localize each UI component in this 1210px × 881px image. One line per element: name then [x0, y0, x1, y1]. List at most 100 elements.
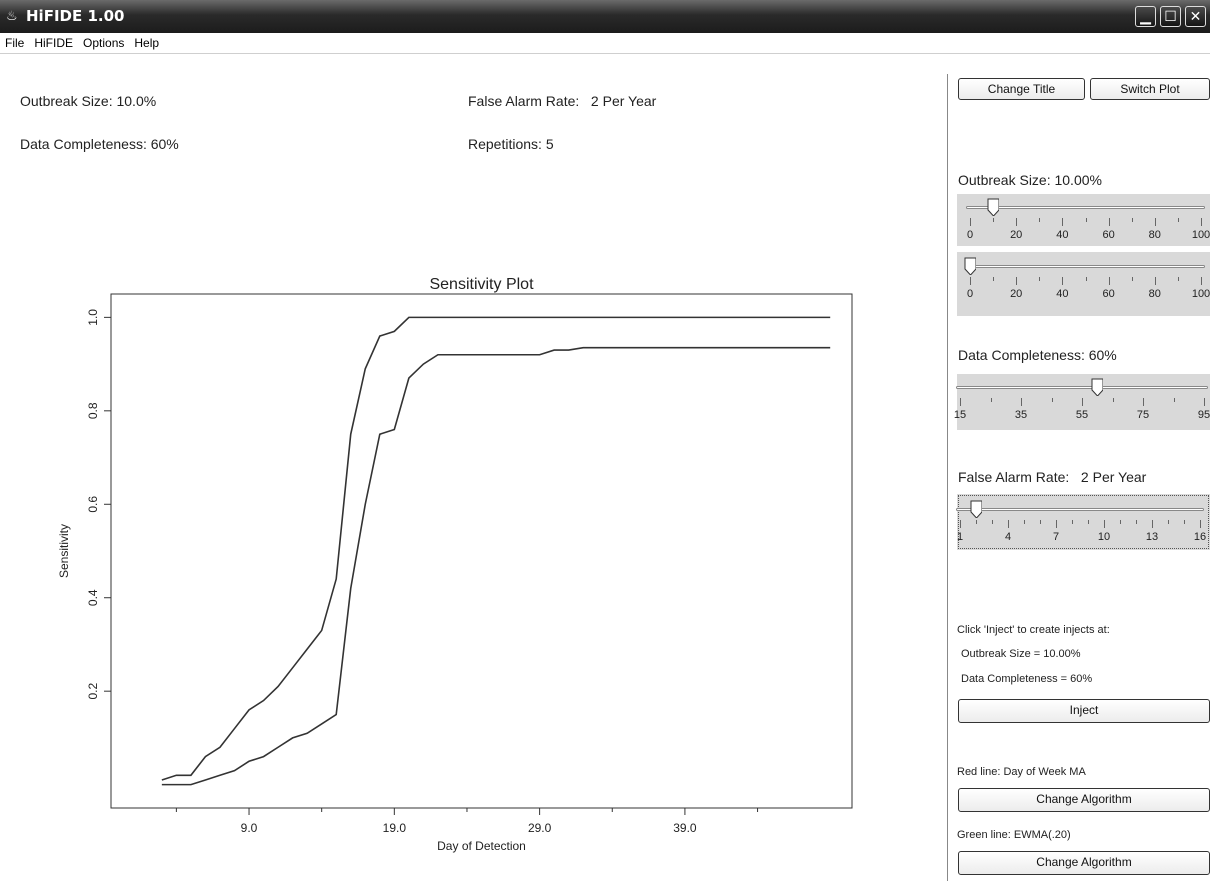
false-alarm-rate-label: False Alarm Rate: 2 Per Year — [958, 469, 1147, 485]
x-tick-label: 19.0 — [383, 821, 407, 835]
info-repetitions: Repetitions: 5 — [468, 136, 554, 152]
slider-tick-label: 10 — [1097, 531, 1111, 543]
info-completeness: Data Completeness: 60% — [20, 136, 179, 152]
slider-tick — [960, 398, 961, 406]
y-tick-label: 0.4 — [86, 589, 100, 606]
data-completeness-label: Data Completeness: 60% — [958, 347, 1117, 363]
slider-tick — [1143, 398, 1144, 406]
info-false-alarm: False Alarm Rate: 2 Per Year — [468, 93, 657, 109]
slider-tick-label: 100 — [1191, 288, 1210, 300]
slider-thumb[interactable] — [970, 500, 982, 518]
slider-tick-label: 0 — [966, 288, 974, 300]
y-tick-label: 1.0 — [86, 309, 100, 326]
slider-tick — [993, 218, 995, 222]
window-title: HiFIDE 1.00 — [26, 7, 125, 25]
slider-tick — [1039, 277, 1041, 281]
slider-tick — [1177, 218, 1179, 222]
menu-file[interactable]: File — [0, 33, 29, 50]
slider-tick — [1021, 398, 1022, 406]
slider-tick-label: 40 — [1056, 229, 1069, 241]
slider-tick-label: 0 — [966, 229, 974, 241]
series-line-1 — [161, 316, 831, 781]
app-cup-icon: ♨ — [6, 8, 18, 23]
slider-tick — [1039, 218, 1041, 222]
chart-title: Sensitivity Plot — [429, 276, 534, 293]
slider-tick — [1177, 277, 1179, 281]
slider-tick — [1051, 398, 1053, 402]
data-completeness-slider[interactable]: 15 35 55 75 95 — [953, 374, 1210, 430]
slider-tick — [1154, 218, 1156, 226]
slider-tick — [1201, 218, 1202, 226]
x-tick-label: 39.0 — [673, 821, 697, 835]
slider-tick — [960, 520, 961, 528]
slider-tick — [1154, 277, 1156, 285]
switch-plot-button[interactable]: Switch Plot — [1090, 78, 1210, 100]
slider-tick — [1131, 277, 1133, 281]
slider-track[interactable] — [956, 386, 1208, 389]
slider-thumb[interactable] — [1091, 378, 1103, 396]
info-outbreak: Outbreak Size: 10.0% — [20, 93, 157, 109]
title-bar: ♨ HiFIDE 1.00 ▁ ☐ ✕ — [0, 0, 1210, 33]
slider-tick — [1056, 520, 1057, 528]
slider-tick — [970, 218, 971, 226]
slider-tick — [970, 277, 971, 285]
slider-tick-label: 100 — [1191, 229, 1210, 241]
slider-tick — [1040, 520, 1041, 524]
slider-track[interactable] — [956, 508, 1204, 511]
slider-tick-label: 60 — [1102, 288, 1115, 300]
slider-tick — [1016, 218, 1018, 226]
change-title-button[interactable]: Change Title — [958, 78, 1085, 100]
slider-tick — [1131, 218, 1133, 222]
change-algorithm-button-green[interactable]: Change Algorithm — [958, 851, 1210, 875]
maximize-icon[interactable]: ☐ — [1160, 6, 1181, 27]
menu-options[interactable]: Options — [78, 33, 129, 50]
close-icon[interactable]: ✕ — [1185, 6, 1206, 27]
slider-thumb[interactable] — [987, 198, 999, 216]
slider-tick-label: 20 — [1010, 229, 1023, 241]
slider-tick — [1173, 398, 1175, 402]
slider-tick-label: 80 — [1148, 288, 1161, 300]
minimize-icon[interactable]: ▁ — [1135, 6, 1156, 27]
slider-tick — [1085, 218, 1087, 222]
menu-help[interactable]: Help — [129, 33, 164, 50]
slider-tick — [993, 277, 995, 281]
panel-divider — [947, 74, 948, 881]
slider-tick-label: 1 — [956, 531, 964, 543]
x-tick-label: 29.0 — [528, 821, 552, 835]
outbreak-size-slider-2[interactable]: 0 20 40 60 80 100 — [957, 252, 1210, 316]
slider-tick-label: 60 — [1102, 229, 1115, 241]
slider-tick — [1184, 520, 1185, 524]
slider-tick — [1108, 218, 1110, 226]
slider-tick-label: 80 — [1148, 229, 1161, 241]
slider-track[interactable] — [966, 206, 1205, 209]
red-line-label: Red line: Day of Week MA — [957, 766, 1086, 778]
slider-tick — [1062, 218, 1064, 226]
x-tick-label: 9.0 — [241, 821, 258, 835]
slider-tick-label: 55 — [1075, 409, 1089, 421]
slider-tick-label: 95 — [1197, 409, 1210, 421]
inject-button[interactable]: Inject — [958, 699, 1210, 723]
slider-tick — [1008, 520, 1009, 528]
slider-tick-label: 35 — [1014, 409, 1028, 421]
false-alarm-rate-slider[interactable]: 1 4 7 10 13 16 — [956, 494, 1210, 550]
slider-thumb[interactable] — [964, 257, 976, 275]
green-line-label: Green line: EWMA(.20) — [957, 829, 1071, 841]
slider-tick — [1062, 277, 1064, 285]
y-tick-label: 0.8 — [86, 402, 100, 419]
slider-tick-label: 75 — [1136, 409, 1150, 421]
outbreak-size-label: Outbreak Size: 10.00% — [958, 172, 1102, 188]
slider-tick-label: 15 — [953, 409, 967, 421]
plot-frame — [110, 293, 853, 809]
slider-tick — [1152, 520, 1153, 528]
outbreak-size-slider[interactable]: 0 20 40 60 80 100 — [957, 194, 1210, 246]
slider-track[interactable] — [966, 265, 1205, 268]
menu-hifide[interactable]: HiFIDE — [29, 33, 78, 50]
x-axis-label: Day of Detection — [437, 839, 526, 853]
inject-data-completeness: Data Completeness = 60% — [961, 673, 1093, 685]
slider-tick — [990, 398, 992, 402]
slider-tick — [1204, 398, 1205, 406]
series-line-2 — [161, 346, 831, 786]
change-algorithm-button-red[interactable]: Change Algorithm — [958, 788, 1210, 812]
slider-tick — [1016, 277, 1018, 285]
slider-tick — [1136, 520, 1137, 524]
